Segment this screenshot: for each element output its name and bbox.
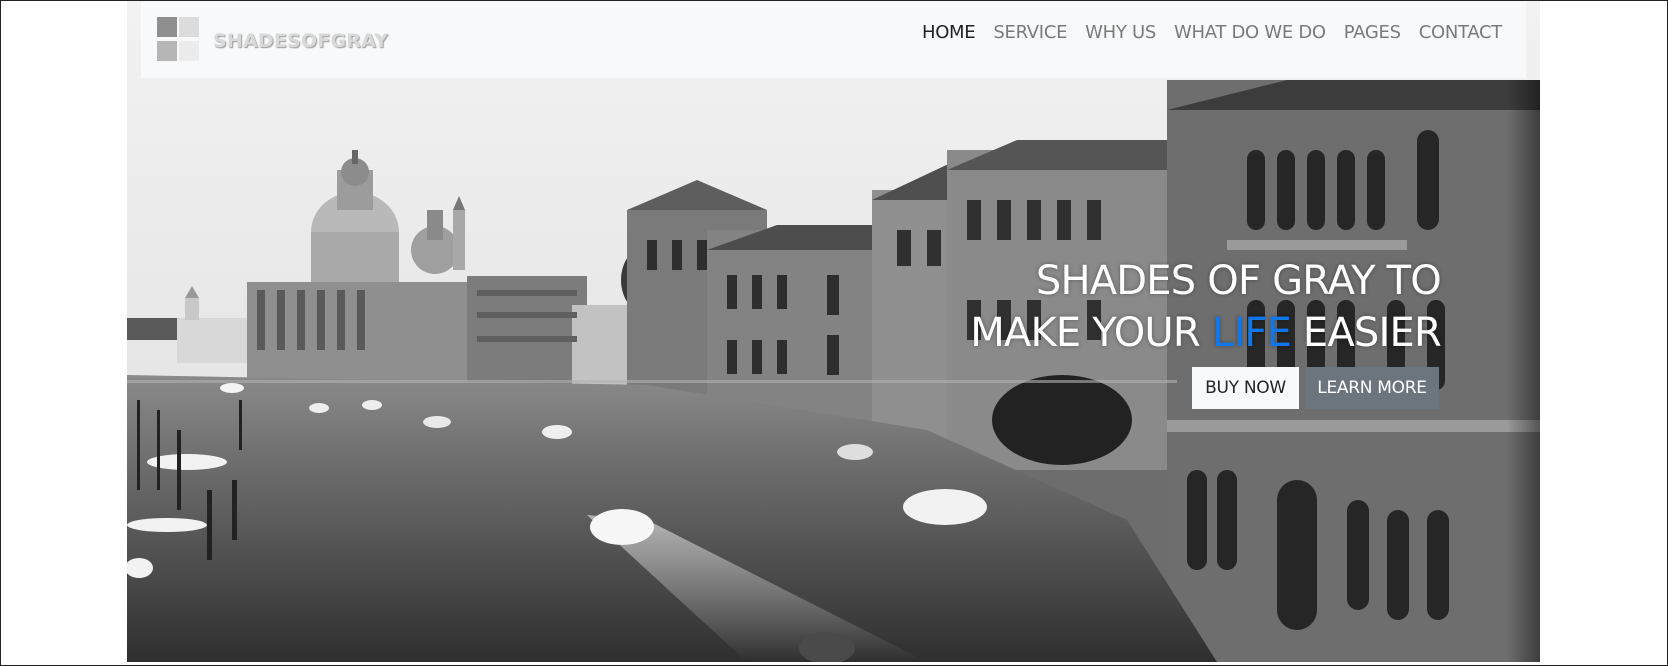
hero-headline-accent: LIFE: [1211, 310, 1292, 356]
brand-name[interactable]: SHADESOFGRAY: [213, 30, 388, 52]
nav-item-what-do-we-do[interactable]: WHAT DO WE DO: [1174, 22, 1326, 43]
top-navbar: SHADESOFGRAY HOME SERVICE WHY US WHAT DO…: [141, 1, 1526, 78]
hero-buttons: BUY NOW LEARN MORE: [1192, 367, 1439, 409]
hero-headline-line2: MAKE YOUR LIFE EASIER: [970, 307, 1442, 359]
four-squares-logo-icon[interactable]: [157, 17, 207, 63]
nav-item-why-us[interactable]: WHY US: [1085, 22, 1156, 43]
hero-headline-suffix: EASIER: [1290, 310, 1442, 356]
hero-headline-prefix: MAKE YOUR: [970, 310, 1212, 356]
main-nav: HOME SERVICE WHY US WHAT DO WE DO PAGES …: [922, 22, 1502, 43]
learn-more-button[interactable]: LEARN MORE: [1305, 367, 1439, 409]
nav-item-contact[interactable]: CONTACT: [1419, 22, 1503, 43]
buy-now-button[interactable]: BUY NOW: [1192, 367, 1299, 409]
nav-item-home[interactable]: HOME: [922, 22, 976, 43]
hero-headline: SHADES OF GRAY TO MAKE YOUR LIFE EASIER: [970, 255, 1442, 359]
hero-headline-line1: SHADES OF GRAY TO: [1035, 258, 1442, 304]
nav-item-pages[interactable]: PAGES: [1344, 22, 1401, 43]
nav-item-service[interactable]: SERVICE: [993, 22, 1067, 43]
